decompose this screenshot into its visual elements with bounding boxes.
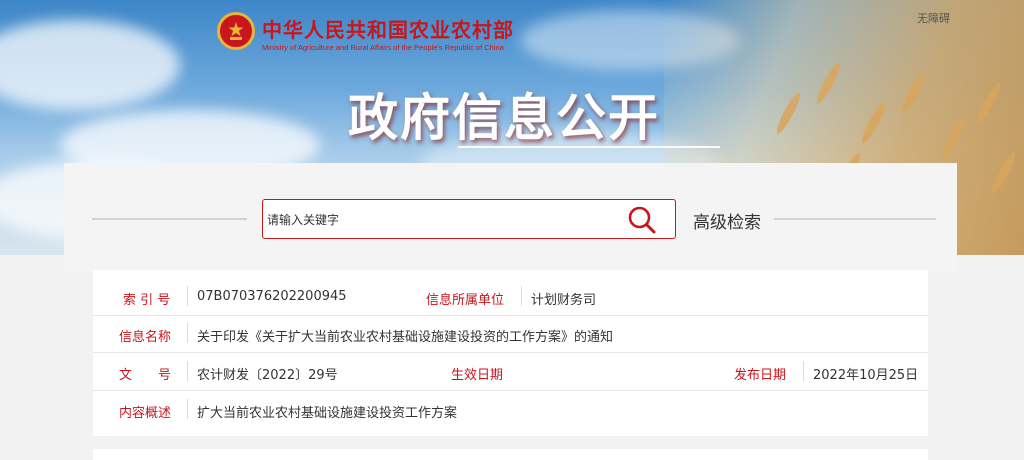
info-row: 文 号 农计财发〔2022〕29号 生效日期 发布日期 2022年10月25日 — [93, 353, 928, 391]
search-box — [262, 199, 676, 240]
unit-value: 计划财务司 — [531, 293, 597, 308]
document-number-value: 农计财发〔2022〕29号 — [197, 368, 338, 383]
index-number-value: 07B070376202200945 — [197, 289, 347, 304]
search-icon[interactable] — [627, 205, 657, 239]
publish-date-value: 2022年10月25日 — [813, 368, 919, 383]
cloud-decoration — [0, 20, 180, 110]
title-underline — [458, 146, 720, 148]
unit-label: 信息所属单位 — [426, 293, 505, 308]
info-table: 索 引 号 07B070376202200945 信息所属单位 计划财务司 信息… — [93, 270, 928, 436]
ministry-name-cn: 中华人民共和国农业农村部 — [262, 18, 514, 42]
info-row: 内容概述 扩大当前农业农村基础设施建设投资工作方案 — [93, 391, 928, 428]
divider-line — [774, 218, 936, 220]
accessibility-link[interactable]: 无障碍 — [917, 10, 950, 26]
search-panel: 高级检索 — [64, 163, 957, 273]
info-row: 索 引 号 07B070376202200945 信息所属单位 计划财务司 — [93, 278, 928, 316]
summary-label: 内容概述 — [119, 406, 172, 421]
summary-value: 扩大当前农业农村基础设施建设投资工作方案 — [197, 406, 458, 421]
info-row: 信息名称 关于印发《关于扩大当前农业农村基础设施建设投资的工作方案》的通知 — [93, 315, 928, 353]
publish-date-label: 发布日期 — [734, 368, 787, 383]
info-name-label: 信息名称 — [119, 330, 172, 345]
content-area — [93, 449, 928, 460]
advanced-search-link[interactable]: 高级检索 — [693, 208, 761, 233]
document-number-label: 文 号 — [119, 368, 172, 383]
search-input[interactable] — [265, 200, 624, 240]
index-number-label: 索 引 号 — [123, 293, 171, 308]
info-name-value: 关于印发《关于扩大当前农业农村基础设施建设投资的工作方案》的通知 — [197, 330, 614, 345]
page-title: 政府信息公开 — [348, 88, 660, 147]
national-emblem-icon — [217, 12, 255, 50]
ministry-name-en: Ministry of Agriculture and Rural Affair… — [262, 43, 504, 52]
effective-date-label: 生效日期 — [451, 368, 504, 383]
divider-line — [92, 218, 247, 220]
